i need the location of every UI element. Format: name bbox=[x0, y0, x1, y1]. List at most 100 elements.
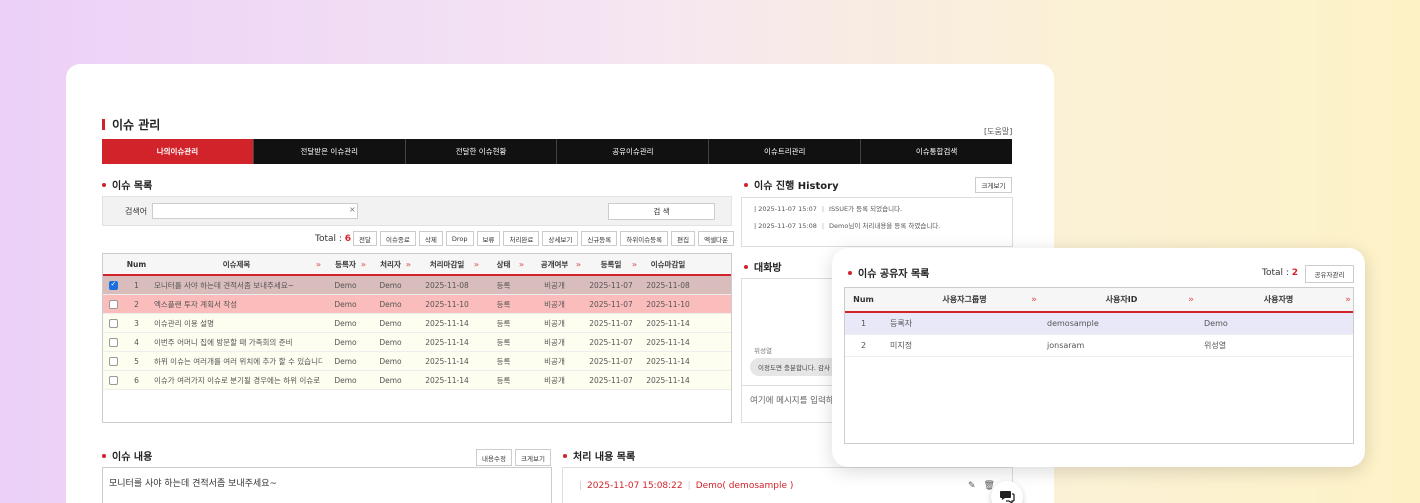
share-total-count: 2 bbox=[1291, 268, 1299, 278]
cell-public: 비공개 bbox=[544, 356, 565, 366]
tab-received-issues[interactable]: 전달받은 이슈관리 bbox=[254, 139, 406, 164]
page-title: 이슈 관리 bbox=[102, 116, 160, 133]
col-num[interactable]: Num bbox=[845, 288, 882, 311]
history-title: 이슈 진행 History bbox=[744, 177, 839, 192]
col-handler[interactable]: 처리자 » bbox=[368, 254, 413, 274]
drop-button[interactable]: Drop bbox=[445, 231, 474, 246]
cell-reg-date: 2025-11-07 bbox=[589, 356, 633, 366]
cell-title: 엑스플랜 투자 계획서 작성 bbox=[154, 299, 238, 309]
cell-status: 등록 bbox=[496, 318, 511, 328]
bullet-icon bbox=[563, 453, 567, 458]
col-registrant-text: 등록자 bbox=[335, 259, 356, 269]
issue-row[interactable]: 1 모니터를 사야 하는데 견적서좀 보내주세요~ Demo Demo 2025-11-… bbox=[103, 276, 731, 295]
bullet-icon bbox=[744, 264, 748, 269]
cell-issue-end: 2025-11-14 bbox=[646, 356, 690, 366]
clear-icon[interactable]: × bbox=[349, 205, 356, 214]
col-group[interactable]: 사용자그룹명 » bbox=[882, 288, 1039, 311]
cell-due: 2025-11-10 bbox=[425, 299, 469, 309]
issue-row[interactable]: 5 하위 이슈는 여러개를 여러 위치에 추가 할 수 있습니다. Demo Demo… bbox=[103, 352, 731, 371]
row-checkbox-cell bbox=[103, 333, 123, 351]
process-time: 2025-11-07 15:08:22 bbox=[587, 481, 683, 491]
col-reg-date[interactable]: 등록일 » bbox=[583, 254, 639, 274]
sub-issue-button[interactable]: 하위이슈등록 bbox=[620, 231, 669, 246]
cell-issue-end: 2025-11-14 bbox=[646, 337, 690, 347]
search-input[interactable] bbox=[152, 203, 358, 219]
search-button[interactable]: 검 색 bbox=[608, 203, 715, 220]
col-title[interactable]: 이슈제목 » bbox=[150, 254, 323, 274]
issue-grid: Num 이슈제목 » 등록자 » 처리자 » 처리마감일 » 상태 » 공개여부 » 등록일… bbox=[102, 253, 732, 423]
share-row[interactable]: 2 미지정 jonsaram 위성열 bbox=[845, 335, 1353, 357]
complete-button[interactable]: 처리완료 bbox=[503, 231, 540, 246]
issue-content-text[interactable]: 모니터를 사야 하는데 견적서좀 보내주세요~ bbox=[102, 467, 552, 503]
share-total: Total : 2 bbox=[1262, 268, 1298, 278]
excel-download-button[interactable]: 엑셀다운 bbox=[698, 231, 735, 246]
col-user-name-text: 사용자명 bbox=[1263, 295, 1294, 304]
forward-button[interactable]: 전달 bbox=[353, 231, 377, 246]
page-title-text: 이슈 관리 bbox=[112, 118, 161, 132]
row-checkbox[interactable] bbox=[108, 356, 118, 366]
delete-button[interactable]: 삭제 bbox=[418, 231, 443, 246]
row-checkbox[interactable] bbox=[108, 299, 118, 309]
cell-title: 하위 이슈는 여러개를 여러 위치에 추가 할 수 있습니다. bbox=[154, 356, 323, 366]
history-expand-button[interactable]: 크게보기 bbox=[975, 177, 1012, 193]
share-row[interactable]: 1 등록자 demosample Demo bbox=[845, 313, 1353, 335]
manage-sharers-button[interactable]: 공유자관리 bbox=[1305, 265, 1354, 283]
share-cell-num: 2 bbox=[860, 341, 867, 350]
col-registrant[interactable]: 등록자 » bbox=[323, 254, 368, 274]
cell-registrant: Demo bbox=[334, 375, 357, 385]
edit-content-button[interactable]: 내용수정 bbox=[476, 449, 512, 466]
col-due-date[interactable]: 처리마감일 » bbox=[413, 254, 481, 274]
col-user-id[interactable]: 사용자ID » bbox=[1039, 288, 1196, 311]
issue-row[interactable]: 4 이번주 어머니 집에 방문할 때 가족회의 준비 Demo Demo 2025-11… bbox=[103, 333, 731, 352]
chat-title-text: 대화방 bbox=[754, 263, 782, 274]
row-checkbox[interactable] bbox=[108, 337, 118, 347]
history-text: Demo님이 처리내용을 등록 하였습니다. bbox=[829, 222, 941, 230]
close-issue-button[interactable]: 이슈종료 bbox=[379, 231, 416, 246]
issue-row[interactable]: 6 이슈가 여러가지 이슈로 분기될 경우에는 하위 이슈로 등록 ... Demo… bbox=[103, 371, 731, 390]
new-issue-button[interactable]: 신규등록 bbox=[581, 231, 618, 246]
col-user-name[interactable]: 사용자명 » bbox=[1196, 288, 1353, 311]
issue-row[interactable]: 3 이슈관리 이용 설명 Demo Demo 2025-11-14 등록 비공개 2025-1… bbox=[103, 314, 731, 333]
cell-handler: Demo bbox=[379, 299, 402, 309]
detail-button[interactable]: 상세보기 bbox=[542, 231, 579, 246]
share-cell-name: Demo bbox=[1204, 319, 1228, 328]
hold-button[interactable]: 보류 bbox=[476, 231, 501, 246]
cell-num: 6 bbox=[134, 375, 139, 385]
cell-public: 비공개 bbox=[544, 280, 565, 290]
col-reg-date-text: 등록일 bbox=[600, 259, 622, 269]
cell-due: 2025-11-14 bbox=[425, 356, 469, 366]
share-cell-group: 미지정 bbox=[890, 341, 913, 350]
tab-issue-tree[interactable]: 이슈트리관리 bbox=[709, 139, 862, 164]
pencil-icon[interactable]: ✎ bbox=[968, 481, 976, 491]
cell-title: 이번주 어머니 집에 방문할 때 가족회의 준비 bbox=[154, 337, 293, 347]
col-num[interactable]: Num bbox=[123, 254, 150, 274]
tab-sent-issues[interactable]: 전달한 이슈현황 bbox=[406, 139, 558, 164]
cell-issue-end: 2025-11-14 bbox=[646, 375, 690, 385]
tab-shared-issues[interactable]: 공유이슈관리 bbox=[557, 139, 710, 164]
cell-status: 등록 bbox=[496, 356, 511, 366]
bullet-icon bbox=[102, 453, 106, 458]
cell-handler: Demo bbox=[379, 280, 402, 290]
edit-button[interactable]: 편집 bbox=[671, 231, 696, 246]
chat-title: 대화방 bbox=[744, 259, 782, 274]
row-checkbox-cell bbox=[103, 276, 123, 294]
chevron-right-icon: » bbox=[1188, 294, 1194, 305]
tab-my-issues[interactable]: 나의이슈관리 bbox=[102, 139, 254, 164]
row-checkbox[interactable] bbox=[108, 375, 118, 385]
process-list-title-text: 처리 내용 목록 bbox=[573, 452, 636, 463]
tab-integrated-search[interactable]: 이슈통합검색 bbox=[861, 139, 1012, 164]
bullet-icon bbox=[744, 182, 748, 187]
col-public[interactable]: 공개여부 » bbox=[526, 254, 583, 274]
issue-row[interactable]: 2 엑스플랜 투자 계획서 작성 Demo Demo 2025-11-10 등록 비공개 20… bbox=[103, 295, 731, 314]
row-checkbox[interactable] bbox=[108, 318, 118, 328]
chevron-right-icon: » bbox=[1031, 294, 1037, 305]
col-issue-end[interactable]: 이슈마감일 bbox=[639, 254, 697, 274]
bullet-icon bbox=[102, 182, 106, 187]
chevron-right-icon: » bbox=[473, 259, 479, 269]
help-link[interactable]: [도움말] bbox=[984, 126, 1012, 137]
row-checkbox[interactable] bbox=[108, 280, 118, 290]
history-time: 2025-11-07 15:08 bbox=[758, 222, 817, 230]
content-expand-button[interactable]: 크게보기 bbox=[515, 449, 551, 466]
cell-status: 등록 bbox=[496, 299, 511, 309]
col-status[interactable]: 상태 » bbox=[481, 254, 526, 274]
